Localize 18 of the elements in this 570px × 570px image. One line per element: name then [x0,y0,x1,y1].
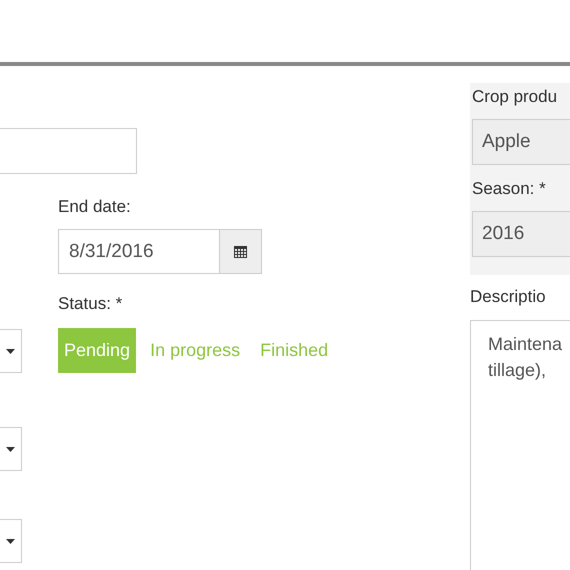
season-select[interactable]: 2016 [472,211,570,257]
end-date-label: End date: [58,197,132,217]
caret-icon [6,446,15,452]
crop-product-label: Crop produ [472,87,558,107]
calendar-button[interactable] [219,230,261,273]
caret-icon [6,538,15,544]
dropdown[interactable] [0,329,22,373]
dropdown[interactable] [0,519,22,563]
calendar-icon [234,245,247,258]
status-label: Status: * [58,294,124,314]
end-date-field[interactable]: 8/31/2016 [58,229,262,274]
description-label: Descriptio [470,287,547,307]
caret-icon [6,348,15,354]
season-label: Season: * [472,179,547,199]
dropdown[interactable] [0,427,22,471]
crop-product-select[interactable]: Apple [472,119,570,165]
text-field[interactable] [0,128,137,174]
description-field[interactable]: Maintena tillage), [470,320,570,570]
